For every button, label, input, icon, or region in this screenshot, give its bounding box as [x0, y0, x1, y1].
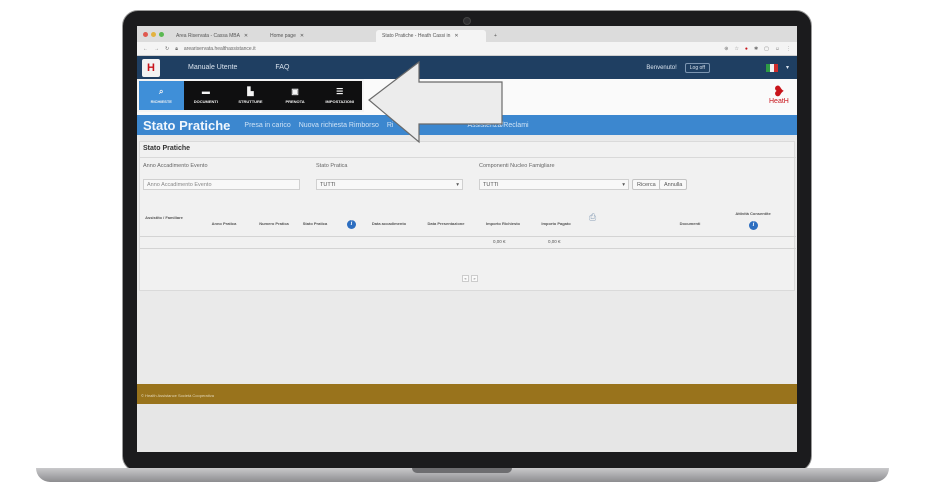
page-footer: © Health Assistance Società Cooperativa: [137, 384, 797, 404]
new-tab-button[interactable]: +: [488, 30, 503, 42]
nav-user-area: Benvenuto! Log off ▾: [646, 62, 797, 73]
col-anno-pratica: Anno Pratica: [211, 221, 237, 226]
pager-prev-button[interactable]: «: [462, 275, 469, 282]
table-divider: [140, 248, 796, 249]
sidebar-icon[interactable]: ▢: [764, 46, 769, 52]
stato-label: Stato Pratica: [316, 163, 348, 169]
brand-logo: ❥ HeatH: [769, 83, 789, 105]
italy-flag-icon[interactable]: [765, 63, 778, 72]
col-documenti: Documenti: [679, 221, 701, 226]
pointer-arrow-icon: [368, 60, 503, 144]
col-importo-richiesto: Importo Richiesto: [485, 221, 520, 226]
welcome-text: Benvenuto!: [646, 64, 677, 71]
camera-dot: [463, 17, 471, 25]
maximize-window-dot[interactable]: [159, 32, 164, 37]
total-importo-richiesto: 0,00 €: [493, 239, 506, 244]
menu-item-strutture[interactable]: ▙ STRUTTURE: [228, 81, 273, 110]
minimize-window-dot[interactable]: [151, 32, 156, 37]
page-bottom: [137, 404, 797, 452]
reload-icon[interactable]: ↻: [165, 46, 169, 52]
list-icon: ☰: [336, 86, 344, 96]
back-icon[interactable]: ←: [143, 46, 148, 52]
puzzle-icon[interactable]: ✱: [754, 46, 758, 52]
calendar-icon: ▣: [291, 86, 299, 96]
bookmark-star-icon[interactable]: ☆: [734, 46, 738, 52]
main-menu-popup: ⌕ RICHIESTE ▬ DOCUMENTI ▙ STRUTTURE ▣ PR…: [137, 79, 364, 112]
laptop-frame: Area Riservata - Cassa MBA ✕ Home page ✕ S…: [0, 0, 925, 487]
nav-faq[interactable]: FAQ: [275, 64, 289, 71]
cancel-button[interactable]: Annulla: [659, 179, 688, 190]
extension-icon[interactable]: ●: [745, 46, 748, 52]
info-icon[interactable]: i: [347, 220, 356, 229]
stato-select[interactable]: TUTTI ▾: [316, 179, 463, 190]
close-tab-icon[interactable]: ✕: [454, 33, 458, 39]
menu-item-richieste[interactable]: ⌕ RICHIESTE: [139, 81, 184, 110]
anno-label: Anno Accadimento Evento: [143, 163, 208, 169]
menu-item-documenti[interactable]: ▬ DOCUMENTI: [184, 81, 229, 110]
main-content: Stato Pratiche Anno Accadimento Evento A…: [137, 137, 797, 382]
close-window-dot[interactable]: [143, 32, 148, 37]
col-importo-pagato: Importo Pagato: [541, 221, 571, 226]
printer-icon[interactable]: ⎙: [589, 212, 596, 223]
menu-item-impostazioni[interactable]: ☰ IMPOSTAZIONI: [317, 81, 362, 110]
nav-manuale-utente[interactable]: Manuale Utente: [188, 64, 237, 71]
col-attivita-consentite: Attività Consentite: [735, 211, 771, 216]
subnav-presa-in-carico[interactable]: Presa in carico: [244, 122, 290, 129]
window-controls: [137, 32, 170, 42]
section-title: Stato Pratiche: [143, 117, 231, 133]
col-numero-pratica: Numero Pratica: [259, 221, 289, 226]
componenti-label: Componenti Nucleo Famigliare: [479, 163, 555, 169]
total-importo-pagato: 0,00 €: [548, 239, 561, 244]
panel-divider: [140, 157, 796, 158]
footer-copyright: © Health Assistance Società Cooperativa: [141, 393, 214, 398]
screen: Area Riservata - Cassa MBA ✕ Home page ✕ S…: [137, 26, 797, 452]
forward-icon[interactable]: →: [154, 46, 159, 52]
close-tab-icon[interactable]: ✕: [244, 33, 248, 39]
menu-item-prenota[interactable]: ▣ PRENOTA: [273, 81, 318, 110]
language-chevron-icon[interactable]: ▾: [786, 64, 789, 71]
building-icon: ▙: [247, 86, 254, 96]
browser-tab[interactable]: Area Riservata - Cassa MBA ✕: [170, 30, 262, 42]
heart-icon: ❥: [773, 83, 785, 99]
browser-toolbar-icons: ⊕ ☆ ● ✱ ▢ ☺ ⋮: [724, 46, 791, 52]
lock-icon: 🔒︎: [175, 45, 178, 52]
app-logo[interactable]: H: [142, 58, 160, 77]
stato-pratiche-panel: Stato Pratiche Anno Accadimento Evento A…: [139, 141, 796, 291]
document-icon: ▬: [201, 86, 210, 96]
anno-input[interactable]: Anno Accadimento Evento: [143, 179, 300, 190]
logoff-button[interactable]: Log off: [684, 62, 710, 73]
col-stato-pratica: Stato Pratica: [302, 221, 328, 226]
browser-tab-active[interactable]: Stato Pratiche - Heath Cassi in ✕: [376, 30, 486, 42]
chevron-down-icon: ▾: [622, 182, 625, 188]
col-data-presentazione: Data Presentazione: [427, 221, 465, 226]
magnifier-icon: ⌕: [159, 86, 164, 96]
table-divider: [140, 236, 796, 237]
pagination: « »: [462, 275, 478, 282]
browser-urlbar: ← → ↻ 🔒︎ areariservata.healthassistance.…: [137, 42, 797, 56]
search-button[interactable]: Ricerca: [632, 179, 661, 190]
col-assistito: Assistito / Familiare: [145, 215, 183, 220]
info-icon[interactable]: i: [749, 221, 758, 230]
browser-tab[interactable]: Home page ✕: [264, 30, 374, 42]
panel-title: Stato Pratiche: [143, 145, 191, 152]
pager-next-button[interactable]: »: [471, 275, 478, 282]
chevron-down-icon: ▾: [456, 182, 459, 188]
profile-icon[interactable]: ☺: [775, 46, 780, 52]
zoom-icon[interactable]: ⊕: [724, 46, 728, 52]
laptop-notch: [412, 468, 512, 473]
browser-tabbar: Area Riservata - Cassa MBA ✕ Home page ✕ S…: [137, 26, 797, 42]
url-field[interactable]: areariservata.healthassistance.it: [184, 46, 718, 52]
componenti-select[interactable]: TUTTI ▾: [479, 179, 629, 190]
close-tab-icon[interactable]: ✕: [300, 33, 304, 39]
flag-red: [773, 63, 778, 72]
col-data-accadimento: Data accadimento: [371, 221, 407, 226]
browser-menu-icon[interactable]: ⋮: [786, 46, 791, 52]
